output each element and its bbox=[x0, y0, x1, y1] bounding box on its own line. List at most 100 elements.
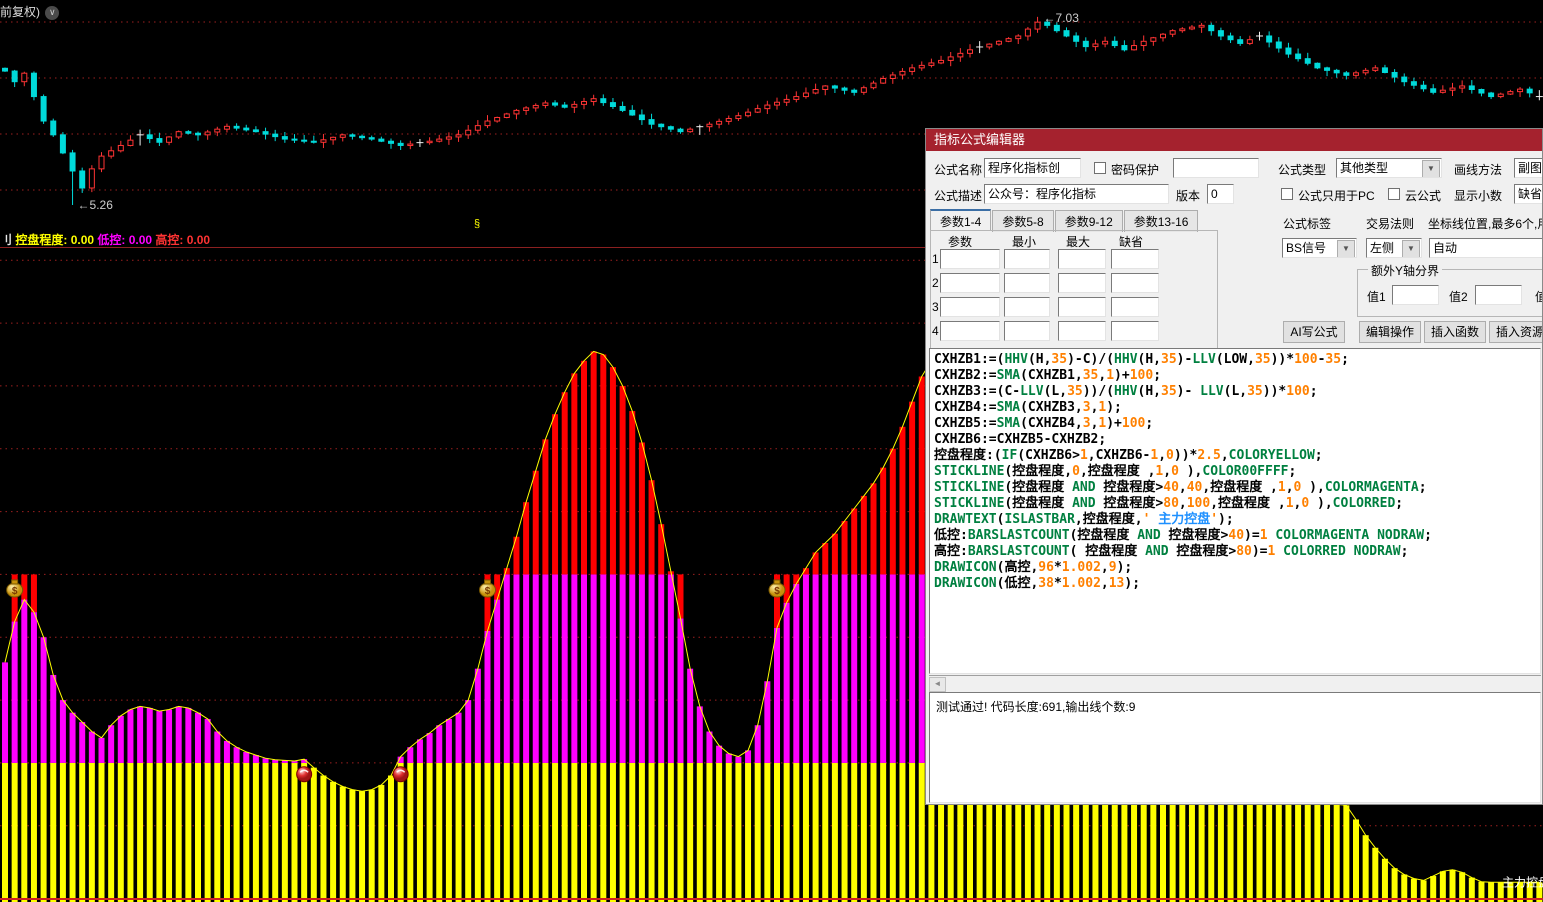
code-horizontal-scrollbar[interactable]: ◄ bbox=[929, 675, 1541, 691]
tab-3[interactable]: 参数9-12 bbox=[1055, 210, 1123, 232]
param-tab-strip: 参数1-4参数5-8参数9-12参数13-16 bbox=[930, 209, 1199, 232]
scroll-left-icon[interactable]: ◄ bbox=[929, 677, 946, 692]
param-input-r1c1[interactable] bbox=[940, 249, 1000, 269]
value2-label: 值2 bbox=[1449, 288, 1468, 305]
code-line: STICKLINE(控盘程度,0,控盘程度 ,1,0 ),COLOR00FFFF… bbox=[934, 464, 1540, 480]
red-ball-icon bbox=[297, 767, 312, 782]
pc-only-checkbox[interactable] bbox=[1281, 188, 1293, 200]
param-row-number: 2 bbox=[932, 276, 939, 290]
password-protect-checkbox[interactable] bbox=[1094, 162, 1106, 174]
param-input-r1c2[interactable] bbox=[1004, 249, 1050, 269]
svg-text:$: $ bbox=[12, 586, 18, 597]
formula-tag-combobox[interactable]: BS信号 ▼ bbox=[1282, 238, 1357, 258]
param-input-r1c3[interactable] bbox=[1058, 249, 1106, 269]
red-ball-icon bbox=[393, 767, 408, 782]
code-line: DRAWTEXT(ISLASTBAR,控盘程度,' 主力控盘'); bbox=[934, 512, 1540, 528]
dialog-titlebar[interactable]: 指标公式编辑器 bbox=[926, 129, 1542, 151]
formula-desc-input[interactable]: 公众号：程序化指标 bbox=[984, 184, 1169, 204]
code-line: 控盘程度:(IF(CXHZB6>1,CXHZB6-1,0))*2.5,COLOR… bbox=[934, 448, 1540, 464]
low-price-mark: ←5.26 bbox=[78, 198, 114, 212]
param-header: 最大 bbox=[1066, 233, 1090, 250]
indicator-readout: 低控: 0.00 bbox=[97, 233, 155, 247]
button-2[interactable]: 编辑操作 bbox=[1359, 321, 1421, 343]
draw-method-combobox[interactable]: 副图 bbox=[1514, 158, 1543, 178]
indicator-readout: 高控: 0.00 bbox=[155, 233, 210, 247]
password-input[interactable] bbox=[1173, 158, 1259, 178]
param-input-r1c4[interactable] bbox=[1111, 249, 1159, 269]
code-line: CXHZB1:=(HHV(H,35)-C)/(HHV(H,35)-LLV(LOW… bbox=[934, 352, 1540, 368]
param-input-r4c4[interactable] bbox=[1111, 321, 1159, 341]
chevron-down-icon[interactable]: ▼ bbox=[1422, 160, 1440, 178]
high-price-mark: ←7.03 bbox=[1044, 11, 1080, 25]
button-4[interactable]: 插入资源 bbox=[1489, 321, 1543, 343]
show-decimal-combobox[interactable]: 缺省值 bbox=[1514, 184, 1543, 204]
chevron-down-icon[interactable]: ∨ bbox=[45, 6, 59, 20]
money-bag-icon: $ bbox=[7, 580, 23, 597]
value2-input[interactable] bbox=[1475, 285, 1522, 305]
version-input[interactable]: 0 bbox=[1207, 184, 1234, 204]
value3-label: 值 bbox=[1535, 288, 1543, 305]
clipped-indicator-name: 刂 bbox=[0, 233, 12, 247]
param-header: 最小 bbox=[1012, 233, 1036, 250]
chart-corner-label: 前复权) ∨ bbox=[0, 3, 59, 20]
section-mark: § bbox=[474, 218, 480, 230]
chevron-down-icon[interactable]: ▼ bbox=[1402, 240, 1420, 258]
button-3[interactable]: 插入函数 bbox=[1424, 321, 1486, 343]
formula-name-input[interactable]: 程序化指标创 bbox=[984, 158, 1081, 178]
tdx-main-window: ←5.26←7.03 $$$主力控盘 前复权) ∨ § 刂 控盘程度: 0.00… bbox=[0, 0, 1543, 902]
cloud-formula-checkbox[interactable] bbox=[1388, 188, 1400, 200]
svg-text:$: $ bbox=[774, 586, 780, 597]
button-1[interactable]: AI写公式 bbox=[1283, 321, 1345, 343]
value1-input[interactable] bbox=[1392, 285, 1439, 305]
tab-2[interactable]: 参数5-8 bbox=[992, 210, 1053, 232]
param-header: 参数 bbox=[948, 233, 972, 250]
trade-rule-value: 左侧 bbox=[1370, 241, 1394, 255]
param-input-r3c3[interactable] bbox=[1058, 297, 1106, 317]
draw-method-label: 画线方法 bbox=[1454, 161, 1502, 178]
formula-type-combobox[interactable]: 其他类型 ▼ bbox=[1336, 158, 1442, 178]
formula-desc-label: 公式描述 bbox=[934, 187, 982, 204]
version-label: 版本 bbox=[1176, 187, 1200, 204]
chevron-down-icon[interactable]: ▼ bbox=[1337, 240, 1355, 258]
formula-type-label: 公式类型 bbox=[1278, 161, 1326, 178]
param-input-r4c3[interactable] bbox=[1058, 321, 1106, 341]
svg-text:$: $ bbox=[485, 586, 491, 597]
param-input-r3c2[interactable] bbox=[1004, 297, 1050, 317]
cloud-formula-label: 云公式 bbox=[1405, 187, 1441, 204]
axis-position-input[interactable]: 自动 bbox=[1429, 238, 1543, 258]
pc-only-label: 公式只用于PC bbox=[1298, 187, 1375, 204]
show-decimal-label: 显示小数 bbox=[1454, 187, 1502, 204]
compile-status-text: 测试通过! 代码长度:691,输出线个数:9 bbox=[936, 700, 1135, 714]
formula-tag-value: BS信号 bbox=[1286, 241, 1326, 255]
compile-status-panel: 测试通过! 代码长度:691,输出线个数:9 bbox=[929, 692, 1541, 803]
formula-editor-dialog: 指标公式编辑器 公式名称 程序化指标创 密码保护 公式类型 其他类型 ▼ 画线方… bbox=[925, 128, 1543, 805]
param-input-r4c1[interactable] bbox=[940, 321, 1000, 341]
formula-name-label: 公式名称 bbox=[934, 161, 982, 178]
code-line: CXHZB5:=SMA(CXHZB4,3,1)+100; bbox=[934, 416, 1540, 432]
tab-4[interactable]: 参数13-16 bbox=[1124, 210, 1199, 232]
param-row-number: 1 bbox=[932, 252, 939, 266]
trade-rule-combobox[interactable]: 左侧 ▼ bbox=[1366, 238, 1422, 258]
value1-label: 值1 bbox=[1367, 288, 1386, 305]
param-input-r4c2[interactable] bbox=[1004, 321, 1050, 341]
money-bag-icon: $ bbox=[480, 580, 496, 597]
param-input-r2c1[interactable] bbox=[940, 273, 1000, 293]
indicator-readout: 控盘程度: 0.00 bbox=[15, 233, 97, 247]
formula-code-editor[interactable]: CXHZB1:=(HHV(H,35)-C)/(HHV(H,35)-LLV(LOW… bbox=[929, 348, 1541, 674]
param-input-r3c1[interactable] bbox=[940, 297, 1000, 317]
param-input-r3c4[interactable] bbox=[1111, 297, 1159, 317]
indicator-readout-row: 刂 控盘程度: 0.00 低控: 0.00 高控: 0.00 bbox=[0, 231, 210, 248]
code-line: STICKLINE(控盘程度 AND 控盘程度>80,100,控盘程度 ,1,0… bbox=[934, 496, 1540, 512]
param-input-r2c2[interactable] bbox=[1004, 273, 1050, 293]
param-header: 缺省 bbox=[1119, 233, 1143, 250]
parameter-table: 参数最小最大缺省1234 bbox=[930, 230, 1218, 349]
tab-1[interactable]: 参数1-4 bbox=[930, 209, 991, 231]
param-input-r2c3[interactable] bbox=[1058, 273, 1106, 293]
money-bag-icon: $ bbox=[769, 580, 785, 597]
axis-position-label: 坐标线位置,最多6个,用 bbox=[1428, 215, 1543, 232]
code-line: CXHZB2:=SMA(CXHZB1,35,1)+100; bbox=[934, 368, 1540, 384]
param-input-r2c4[interactable] bbox=[1111, 273, 1159, 293]
adjustment-mode-label: 前复权) bbox=[0, 5, 40, 19]
code-line: CXHZB4:=SMA(CXHZB3,3,1); bbox=[934, 400, 1540, 416]
password-protect-label: 密码保护 bbox=[1111, 161, 1159, 178]
